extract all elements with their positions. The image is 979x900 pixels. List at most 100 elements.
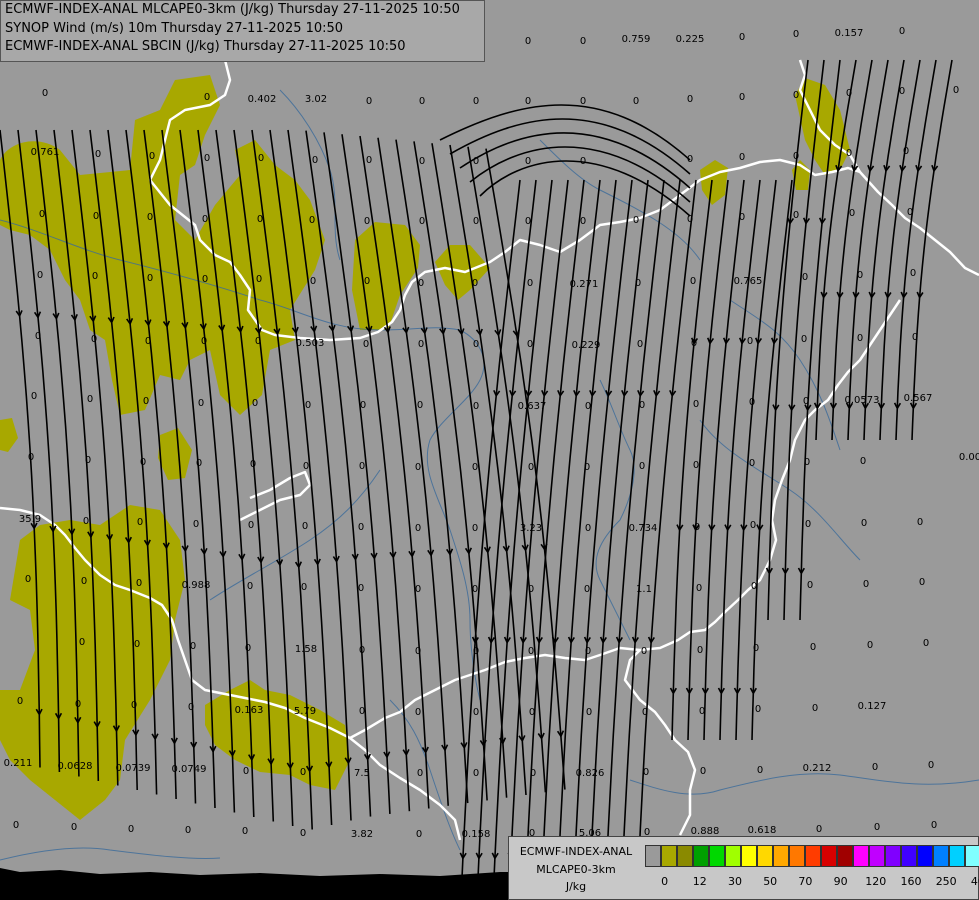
cape-region-north-small — [700, 160, 728, 205]
station-value: 0 — [258, 153, 264, 164]
station-value: 0 — [739, 92, 745, 103]
cape-region-southwest — [0, 505, 185, 820]
station-value: 3.82 — [351, 829, 373, 840]
station-value: 0 — [585, 523, 591, 534]
station-value: 0 — [525, 96, 531, 107]
station-value: 0 — [136, 578, 142, 589]
station-value: 0 — [418, 339, 424, 350]
station-value: 0 — [803, 396, 809, 407]
station-value: 0 — [863, 579, 869, 590]
map-canvas: 0 0.402 3.02 0 0 0 0 0.759 0.225 0 0 0.157 0 0.761 0 0 0… — [0, 0, 979, 900]
station-value: 0 — [687, 154, 693, 165]
station-value: 0 — [137, 517, 143, 528]
station-value: 0 — [846, 148, 852, 159]
station-value: 0 — [525, 216, 531, 227]
station-value: 35.9 — [19, 514, 41, 525]
station-value: 0 — [75, 699, 81, 710]
station-value: 0 — [310, 276, 316, 287]
station-value: 0 — [753, 643, 759, 654]
station-value: 0.826 — [576, 768, 605, 779]
station-value: 0.503 — [296, 338, 325, 349]
station-value: 0 — [635, 278, 641, 289]
station-value: 0.163 — [235, 705, 264, 716]
station-value: 0 — [807, 580, 813, 591]
station-value: 0 — [81, 576, 87, 587]
station-value: 0 — [473, 96, 479, 107]
station-value: 0 — [697, 645, 703, 656]
legend-subtitle: MLCAPE0-3km — [536, 863, 616, 876]
station-value: 0 — [696, 583, 702, 594]
cape-region-small-mid — [158, 428, 192, 480]
station-value: 0 — [757, 765, 763, 776]
station-value: 0.567 — [904, 393, 933, 404]
station-value: 0 — [580, 216, 586, 227]
station-value: 0 — [202, 214, 208, 225]
station-value: 0 — [928, 760, 934, 771]
station-value: 0 — [201, 336, 207, 347]
station-value: 0 — [473, 401, 479, 412]
station-value: 0 — [739, 212, 745, 223]
station-value: 0.158 — [462, 829, 491, 840]
station-value: 0 — [300, 767, 306, 778]
station-value: 0 — [867, 640, 873, 651]
station-value: 0 — [639, 461, 645, 472]
station-value: 0 — [147, 273, 153, 284]
station-value: 0 — [79, 637, 85, 648]
wind-streamline — [479, 160, 691, 217]
legend-tick: 0 — [661, 875, 669, 888]
station-value: 0 — [301, 582, 307, 593]
station-value: 0 — [71, 822, 77, 833]
station-value: 0 — [693, 460, 699, 471]
cape-region-northeast — [795, 78, 850, 175]
station-value: 0 — [529, 707, 535, 718]
station-value: 0 — [39, 209, 45, 220]
station-value: 0 — [188, 702, 194, 713]
station-value: 0 — [584, 462, 590, 473]
cape-regions — [0, 75, 850, 820]
station-value: 0 — [245, 643, 251, 654]
legend-tick: 50 — [763, 875, 778, 888]
station-value: 0 — [472, 584, 478, 595]
station-value: 0 — [242, 826, 248, 837]
station-value: 0 — [87, 394, 93, 405]
map-header: ECMWF-INDEX-ANAL MLCAPE0-3km (J/kg) Thur… — [0, 0, 485, 62]
station-value: 0 — [804, 457, 810, 468]
station-value: 0 — [473, 339, 479, 350]
station-value: 0 — [417, 768, 423, 779]
station-value: 0 — [641, 646, 647, 657]
station-value: 0 — [694, 522, 700, 533]
station-value: 0 — [416, 829, 422, 840]
wind-streamline — [431, 143, 508, 798]
station-value: 0 — [193, 519, 199, 530]
station-value: 0 — [642, 707, 648, 718]
station-value: 0 — [525, 156, 531, 167]
station-value: 0 — [252, 398, 258, 409]
station-value: 0 — [801, 334, 807, 345]
station-value: 0 — [473, 707, 479, 718]
station-value: 0 — [196, 458, 202, 469]
station-value: 0 — [415, 523, 421, 534]
station-value: 0 — [899, 26, 905, 37]
header-line-cape: ECMWF-INDEX-ANAL MLCAPE0-3km (J/kg) Thur… — [5, 2, 460, 17]
legend-swatch — [837, 845, 853, 867]
station-value: 0 — [418, 278, 424, 289]
station-value: 0 — [95, 149, 101, 160]
station-value: 0 — [312, 155, 318, 166]
station-value: 5.79 — [294, 706, 316, 717]
legend-swatch — [805, 845, 821, 867]
station-value: 0 — [202, 274, 208, 285]
station-value: 0 — [248, 520, 254, 531]
wind-streamline — [735, 179, 777, 741]
cape-region-small-left — [0, 418, 18, 452]
station-value: 0.229 — [572, 340, 601, 351]
station-value: 0 — [359, 706, 365, 717]
station-value: 0 — [751, 581, 757, 592]
station-value: 0 — [861, 518, 867, 529]
station-value: 0 — [810, 642, 816, 653]
station-value: 0.618 — [748, 825, 777, 836]
legend-tick: 90 — [833, 875, 848, 888]
station-value: 0 — [931, 820, 937, 831]
station-value: 0 — [585, 401, 591, 412]
station-value: 0 — [25, 574, 31, 585]
station-value: 0 — [198, 398, 204, 409]
